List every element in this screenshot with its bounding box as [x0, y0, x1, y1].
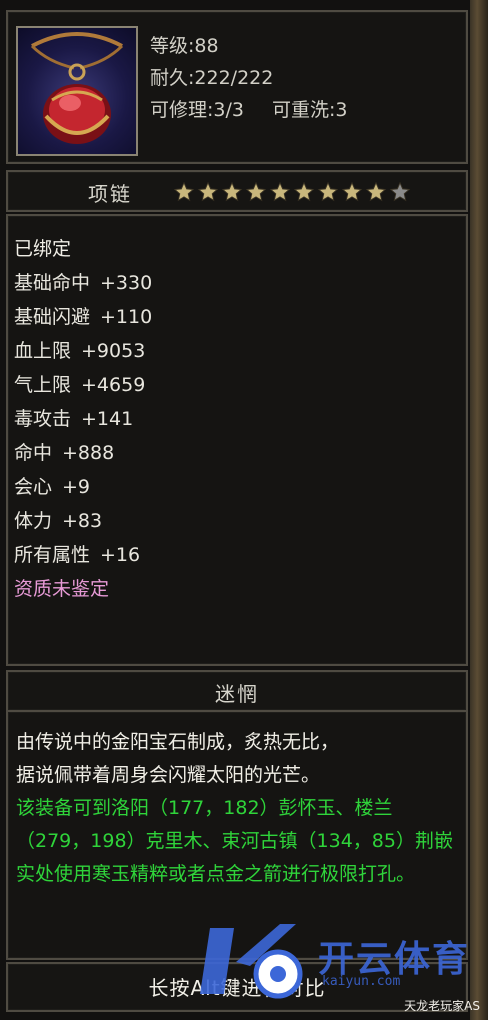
attribute-label: 所有属性 [14, 544, 91, 566]
attribute-label: 体力 [14, 510, 53, 532]
compare-hint: 长按Alt键进行对比 [148, 976, 326, 1000]
attribute-row: 会心 +9 [14, 470, 152, 504]
description-title-bar: 迷惘 [6, 670, 468, 712]
attribute-value: +110 [100, 306, 153, 328]
attribute-row: 毒攻击 +141 [14, 402, 152, 436]
attribute-value: +9053 [81, 340, 146, 362]
attribute-label: 血上限 [14, 340, 72, 362]
attribute-value: +9 [62, 476, 91, 498]
background-strip [470, 0, 488, 1020]
star-filled-icon [173, 181, 195, 202]
star-filled-icon [317, 181, 339, 202]
item-durability: 耐久:222/222 [150, 67, 274, 89]
socket-hint-text: 该装备可到洛阳（177，182）彭怀玉、楼兰（279，198）克里木、束河古镇（… [16, 797, 453, 885]
star-filled-icon [365, 181, 387, 202]
item-repairable: 可修理:3/3 [150, 99, 244, 121]
attribute-value: +888 [62, 442, 115, 464]
attribute-value: +330 [100, 272, 153, 294]
compare-hint-bar: 长按Alt键进行对比 [6, 962, 468, 1012]
attribute-row: 基础闪避 +110 [14, 300, 152, 334]
attribute-row: 体力 +83 [14, 504, 152, 538]
item-name-bar: 项链 [6, 170, 468, 212]
attribute-label: 基础闪避 [14, 306, 91, 328]
attribute-label: 命中 [14, 442, 53, 464]
attribute-row: 所有属性 +16 [14, 538, 152, 572]
attribute-value: +83 [62, 510, 103, 532]
item-level: 等级:88 [150, 35, 219, 57]
item-rewashable: 可重洗:3 [271, 99, 348, 121]
attribute-row: 基础命中 +330 [14, 266, 152, 300]
attribute-label: 会心 [14, 476, 53, 498]
star-filled-icon [245, 181, 267, 202]
attribute-value: +141 [81, 408, 134, 430]
star-filled-icon [293, 181, 315, 202]
item-name: 项链 [88, 182, 132, 206]
attribute-row: 命中 +888 [14, 436, 152, 470]
attribute-label: 基础命中 [14, 272, 91, 294]
attribute-value: +16 [100, 544, 141, 566]
attributes-panel: 已绑定 基础命中 +330 基础闪避 +110 血上限 +9053 气上限 +4659 毒攻击 +… [6, 214, 468, 666]
attribute-row: 气上限 +4659 [14, 368, 152, 402]
star-empty-icon [389, 181, 411, 202]
description-panel: 由传说中的金阳宝石制成，炙热无比， 据说佩带着周身会闪耀太阳的光芒。 该装备可到… [6, 710, 468, 960]
ruby-necklace-icon [16, 26, 138, 156]
star-rating [173, 181, 411, 203]
attribute-label: 气上限 [14, 374, 72, 396]
description-title: 迷惘 [215, 682, 259, 706]
item-tooltip: 等级:88 耐久:222/222 可修理:3/3 可重洗:3 项链 已绑定 基础命… [0, 0, 472, 1020]
star-filled-icon [341, 181, 363, 202]
attribute-label: 毒攻击 [14, 408, 72, 430]
attribute-value: +4659 [81, 374, 146, 396]
item-stats-top: 等级:88 耐久:222/222 可修理:3/3 可重洗:3 [150, 30, 347, 126]
star-filled-icon [197, 181, 219, 202]
flavor-text: 由传说中的金阳宝石制成，炙热无比， 据说佩带着周身会闪耀太阳的光芒。 [16, 731, 340, 786]
quality-status: 资质未鉴定 [14, 578, 110, 600]
star-filled-icon [269, 181, 291, 202]
star-filled-icon [221, 181, 243, 202]
bound-status: 已绑定 [14, 238, 72, 260]
item-header: 等级:88 耐久:222/222 可修理:3/3 可重洗:3 [6, 10, 468, 164]
attribute-row: 血上限 +9053 [14, 334, 152, 368]
author-signature: 天龙老玩家AS [404, 999, 480, 1013]
